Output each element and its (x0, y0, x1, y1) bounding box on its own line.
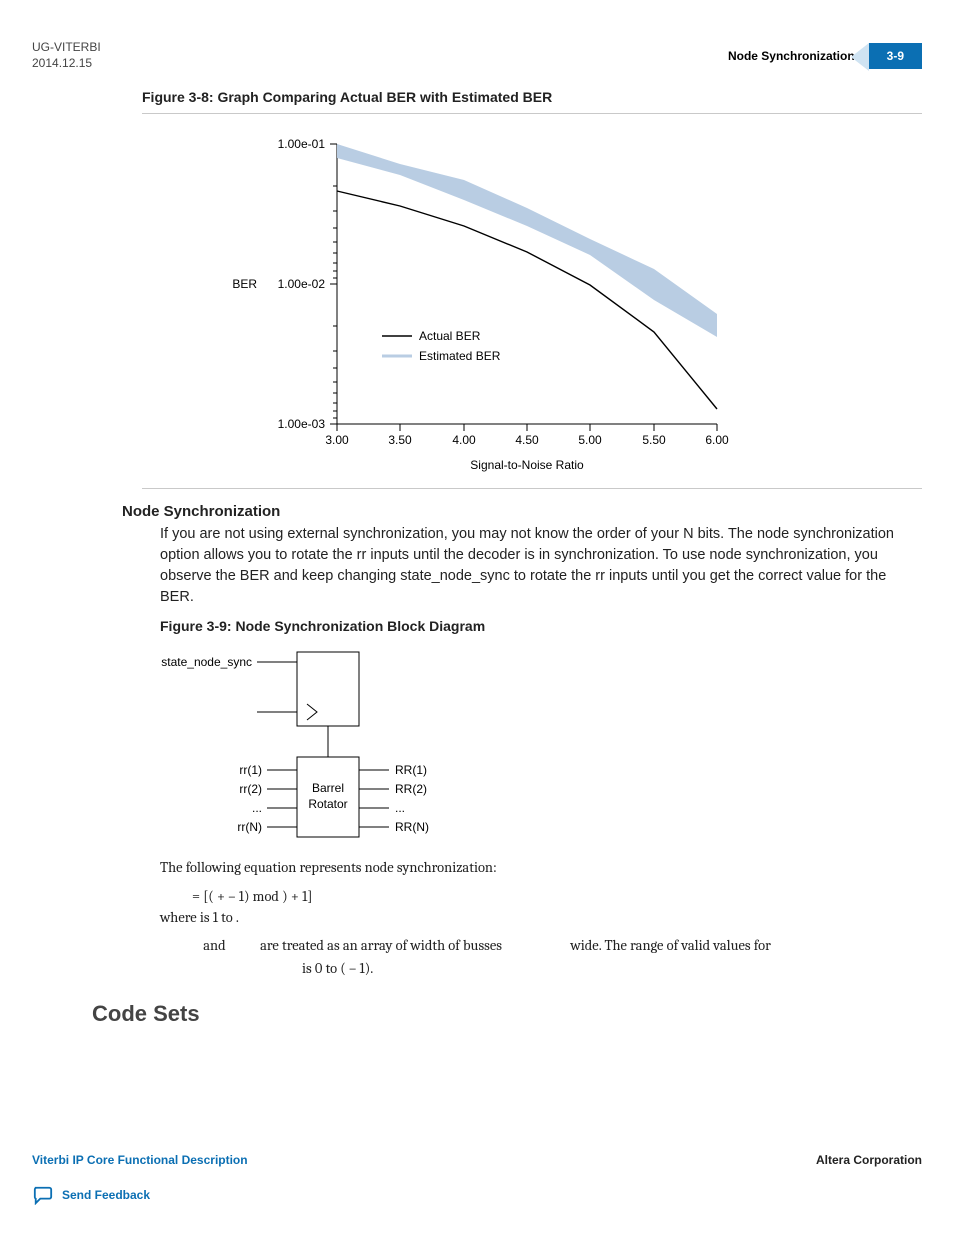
rr-out-n: RR(N) (395, 820, 429, 834)
rr-in-dots: ... (252, 801, 262, 815)
chart-legend: Actual BER Estimated BER (382, 329, 501, 363)
figure-8-chart: 1.00e-01 1.00e-02 1.00e-03 BER 3.00 3.50… (32, 124, 922, 484)
figure-9-diagram: state_node_sync Barrel Rotator rr(1) rr(… (132, 642, 922, 857)
send-feedback-link[interactable]: Send Feedback (32, 1185, 922, 1205)
legend-estimated: Estimated BER (419, 349, 501, 363)
chart-xlabel: Signal-to-Noise Ratio (470, 458, 584, 472)
header-section-title: Node Synchronization (728, 49, 855, 63)
clock-wedge-icon (307, 704, 317, 720)
xtick-4: 5.00 (578, 433, 602, 447)
rr-in-1: rr(1) (239, 763, 262, 777)
legend-actual: Actual BER (419, 329, 481, 343)
barrel-label-2: Rotator (308, 797, 347, 811)
header-left: UG-VITERBI 2014.12.15 (32, 40, 101, 71)
busses-part4: is 0 to ( – 1). (302, 957, 922, 980)
xtick-0: 3.00 (325, 433, 349, 447)
ytick-2: 1.00e-03 (278, 417, 326, 431)
estimated-ber-band-icon (337, 144, 717, 337)
node-sync-paragraph: If you are not using external synchroniz… (160, 524, 902, 608)
figure-9-caption: Figure 3-9: Node Synchronization Block D… (160, 618, 922, 634)
code-sets-heading: Code Sets (92, 1001, 922, 1027)
rr-out-2: RR(2) (395, 782, 427, 796)
send-feedback-label: Send Feedback (62, 1188, 150, 1202)
busses-part2: are treated as an array of width of buss… (260, 937, 502, 954)
figure-8-caption: Figure 3-8: Graph Comparing Actual BER w… (142, 89, 922, 105)
xtick-1: 3.50 (388, 433, 412, 447)
xtick-5: 5.50 (642, 433, 666, 447)
rr-in-2: rr(2) (239, 782, 262, 796)
busses-sentence: and are treated as an array of width of … (172, 934, 922, 980)
rr-out-dots: ... (395, 801, 405, 815)
doc-id: UG-VITERBI (32, 40, 101, 56)
page-footer: Viterbi IP Core Functional Description A… (32, 1153, 922, 1205)
state-node-sync-label: state_node_sync (161, 655, 252, 669)
equation-intro: The following equation represents node s… (160, 857, 902, 878)
node-sync-heading: Node Synchronization (122, 503, 922, 520)
ytick-1: 1.00e-02 (278, 277, 326, 291)
footer-doc-title: Viterbi IP Core Functional Description (32, 1153, 248, 1167)
equation-line: = [( + – 1) mod ) + 1] (192, 888, 922, 905)
barrel-label-1: Barrel (312, 781, 344, 795)
figure-8-rule (142, 113, 922, 114)
xtick-2: 4.00 (452, 433, 476, 447)
page-number-badge: 3-9 (869, 43, 922, 69)
chat-bubble-icon (32, 1185, 54, 1205)
ytick-0: 1.00e-01 (278, 137, 326, 151)
equation-where: where is 1 to . (160, 909, 922, 926)
rr-output-wires-icon (359, 770, 389, 827)
figure-8-bottom-rule (142, 488, 922, 489)
xtick-6: 6.00 (705, 433, 729, 447)
xtick-3: 4.50 (515, 433, 539, 447)
chart-ylabel: BER (232, 277, 257, 291)
register-block-icon (297, 652, 359, 726)
busses-part1: and (203, 937, 225, 954)
rr-out-1: RR(1) (395, 763, 427, 777)
header-right: Node Synchronization 3-9 (728, 43, 922, 69)
busses-part3: wide. The range of valid values for (570, 937, 771, 954)
doc-date: 2014.12.15 (32, 56, 101, 72)
rr-in-n: rr(N) (237, 820, 262, 834)
page-header: UG-VITERBI 2014.12.15 Node Synchronizati… (32, 40, 922, 71)
rr-input-wires-icon (267, 770, 297, 827)
footer-corporation: Altera Corporation (816, 1153, 922, 1167)
